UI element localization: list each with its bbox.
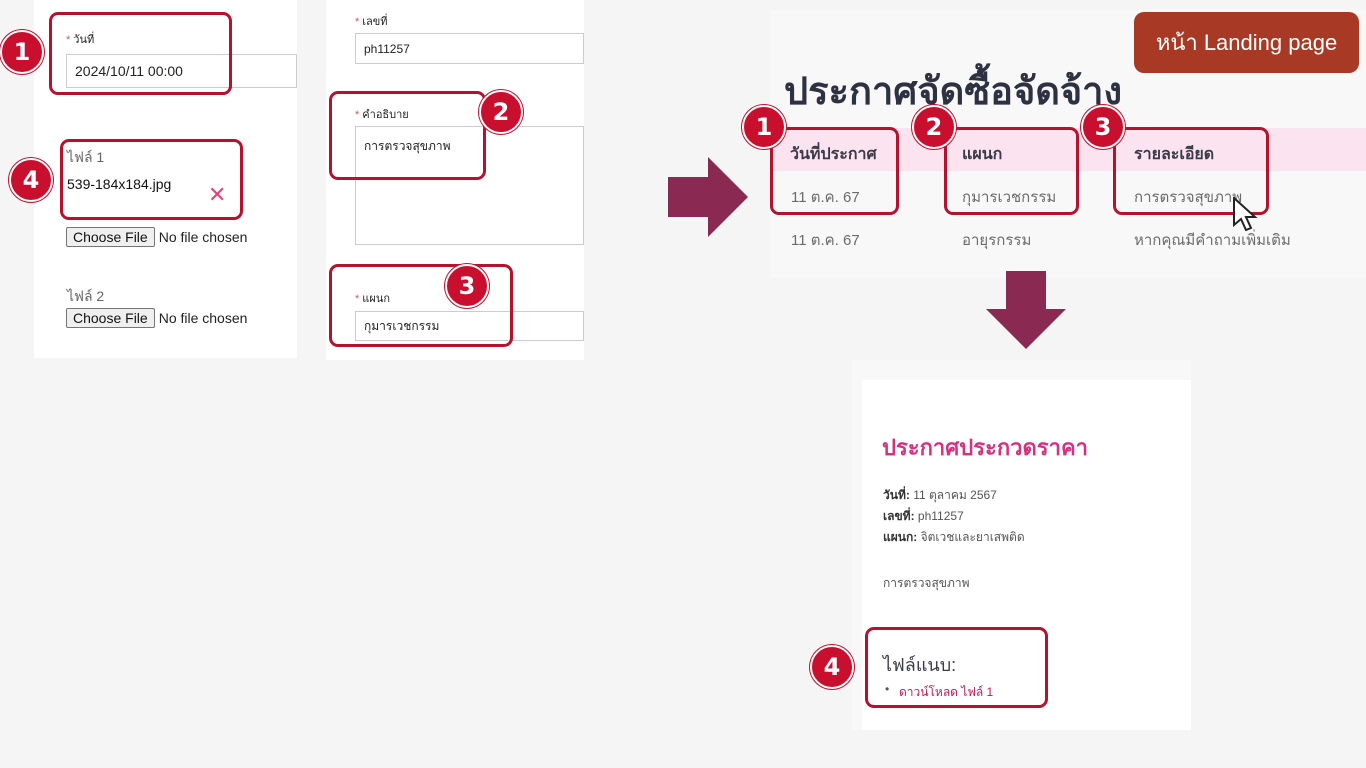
file2-label: ไฟล์ 2 — [67, 288, 105, 304]
row2-date: 11 ต.ค. 67 — [791, 232, 860, 249]
row2-department: อายุรกรรม — [962, 232, 1032, 249]
arrow-down-icon — [986, 271, 1066, 349]
number-input[interactable]: ph11257 — [355, 33, 584, 64]
step-badge-2: 2 — [479, 90, 523, 134]
detail-description: การตรวจสุขภาพ — [883, 576, 970, 590]
file2-chooser[interactable]: Choose File No file chosen — [66, 308, 247, 328]
choose-file-button[interactable]: Choose File — [66, 308, 155, 328]
detail-department: แผนก: จิตเวชและยาเสพติด — [883, 530, 1025, 544]
detail-title: ประกาศประกวดราคา — [882, 435, 1089, 460]
listing-title: ประกาศจัดซื้อจัดจ้าง — [784, 71, 1123, 113]
highlight-date — [49, 12, 232, 95]
step-badge-4: 4 — [810, 645, 854, 689]
step-badge-3: 3 — [445, 264, 489, 308]
row2-details-link[interactable]: หากคุณมีคำถามเพิ่มเติม — [1134, 228, 1291, 252]
highlight-description — [329, 91, 486, 180]
no-file-text: No file chosen — [158, 229, 248, 245]
step-badge-1: 1 — [742, 105, 786, 149]
step-badge-4: 4 — [9, 158, 53, 202]
detail-number: เลขที่: ph11257 — [883, 509, 964, 523]
step-badge-3: 3 — [1081, 105, 1125, 149]
arrow-right-icon — [668, 157, 748, 237]
file1-chooser[interactable]: Choose File No file chosen — [66, 227, 247, 247]
cursor-icon — [1233, 197, 1258, 232]
choose-file-button[interactable]: Choose File — [66, 227, 155, 247]
no-file-text: No file chosen — [158, 310, 248, 326]
highlight-file1 — [60, 139, 243, 220]
number-label: * เลขที่ — [355, 16, 388, 28]
highlight-attachment — [865, 627, 1048, 708]
step-badge-2: 2 — [912, 105, 956, 149]
highlight-header-date — [770, 127, 899, 215]
highlight-header-department — [944, 127, 1079, 215]
detail-date: วันที่: 11 ตุลาคม 2567 — [883, 488, 997, 502]
step-badge-1: 1 — [0, 30, 44, 74]
landing-page-button[interactable]: หน้า Landing page — [1134, 12, 1359, 73]
